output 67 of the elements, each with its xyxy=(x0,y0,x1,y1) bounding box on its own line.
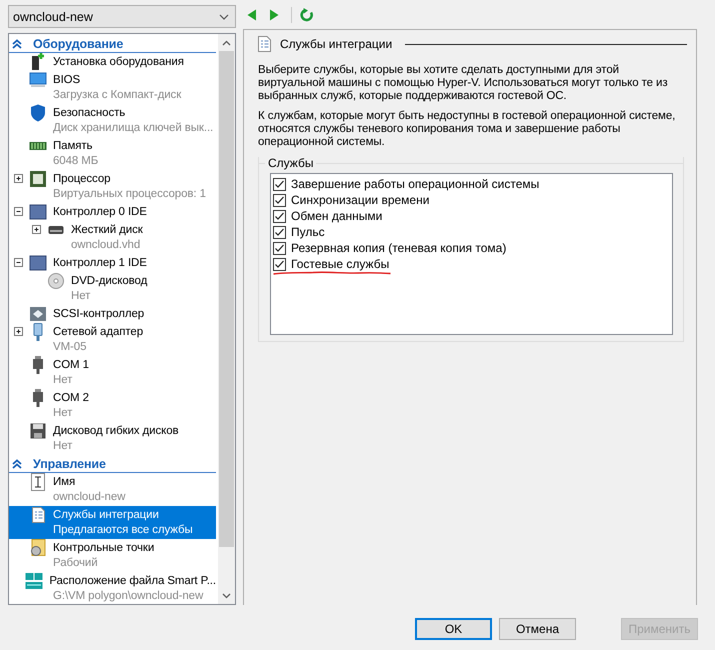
forward-arrow-icon[interactable] xyxy=(269,9,279,21)
checklist-icon xyxy=(258,36,271,52)
expand-icon[interactable] xyxy=(14,174,23,183)
tree-item[interactable]: Сетевой адаптер VM-05 xyxy=(9,323,216,356)
tree-item[interactable]: Контроллер 0 IDE xyxy=(9,203,216,221)
network-cable-icon xyxy=(32,322,44,340)
tree-item[interactable]: Безопасность Диск хранилища ключей вык... xyxy=(9,104,216,137)
collapse-icon[interactable] xyxy=(14,258,23,267)
tree-item[interactable]: BIOS Загрузка с Компакт-диск xyxy=(9,71,216,104)
checkbox-label[interactable]: Гостевые службы xyxy=(291,257,390,271)
section-header[interactable]: Управление xyxy=(33,456,106,470)
dialog-button[interactable]: OK xyxy=(415,618,492,640)
checkbox-label[interactable]: Пульс xyxy=(291,225,325,239)
monitor-icon xyxy=(29,72,47,88)
memory-modules-icon xyxy=(25,572,44,590)
tree-item[interactable]: COM 2 Нет xyxy=(9,389,216,422)
tree-item[interactable]: Службы интеграции Предлагаются все службы xyxy=(9,506,216,539)
tree-item[interactable]: Имя owncloud-new xyxy=(9,473,216,506)
checkbox-label[interactable]: Обмен данными xyxy=(291,209,382,223)
section-header[interactable]: Оборудование xyxy=(33,36,124,50)
tree-item[interactable]: COM 1 Нет xyxy=(9,356,216,389)
checkbox-label[interactable]: Резервная копия (теневая копия тома) xyxy=(291,241,506,255)
tree-item[interactable]: Установка оборудования xyxy=(9,53,216,71)
tree-item[interactable]: DVD-дисковод Нет xyxy=(9,272,216,305)
checkbox-label[interactable]: Синхронизации времени xyxy=(291,193,430,207)
vm-dropdown[interactable]: owncloud-new xyxy=(8,5,236,28)
tree-item[interactable]: Процессор Виртуальных процессоров: 1 xyxy=(9,170,216,203)
checkbox[interactable] xyxy=(273,226,286,238)
tree-item[interactable]: Жесткий диск owncloud.vhd xyxy=(9,221,216,254)
tree-item[interactable]: Контрольные точки Рабочий xyxy=(9,539,216,572)
scsi-card-icon xyxy=(29,306,47,322)
tree-item[interactable]: Дисковод гибких дисков Нет xyxy=(9,422,216,455)
memory-chip-icon xyxy=(29,140,47,150)
section-title: Службы интеграции xyxy=(280,37,392,51)
checkbox[interactable] xyxy=(273,258,286,270)
serial-port-icon xyxy=(32,388,44,406)
scrollbar-thumb[interactable] xyxy=(219,51,234,547)
expand-icon[interactable] xyxy=(32,225,41,234)
controller-icon xyxy=(29,204,47,220)
processor-icon xyxy=(29,170,47,188)
tree-item[interactable]: Расположение файла Smart P... G:\VM polygon\owncloud-new xyxy=(9,572,216,604)
serial-port-icon xyxy=(32,356,44,374)
tree-item[interactable]: SCSI-контроллер xyxy=(9,305,216,323)
checklist-icon xyxy=(32,506,44,522)
collapse-icon[interactable] xyxy=(14,207,23,216)
description-text: Выберите службы, которые вы хотите сделать доступными для этой виртуальной машины с помощью Hyper-V. Использоваться могут только те из выбранных служб, которые поддерживаются гостевой ОС. xyxy=(258,64,669,103)
back-arrow-icon[interactable] xyxy=(247,9,257,21)
dialog-button[interactable]: Отмена xyxy=(499,618,576,640)
checkbox[interactable] xyxy=(273,178,286,190)
tree-item[interactable]: Память 6048 МБ xyxy=(9,137,216,170)
hard-drive-icon xyxy=(48,224,64,234)
expand-icon[interactable] xyxy=(14,327,23,336)
checkbox[interactable] xyxy=(273,194,286,206)
disc-icon xyxy=(48,272,64,288)
chevron-down-icon[interactable] xyxy=(219,14,229,20)
text-cursor-icon xyxy=(31,472,45,490)
computer-icon xyxy=(29,52,47,70)
shield-icon xyxy=(30,104,46,122)
group-title: Службы xyxy=(265,156,316,170)
scrollbar[interactable] xyxy=(218,34,235,604)
refresh-icon[interactable] xyxy=(300,8,314,22)
tree-item[interactable]: Контроллер 1 IDE xyxy=(9,254,216,272)
checkbox-label[interactable]: Завершение работы операционной системы xyxy=(291,177,540,191)
checkbox[interactable] xyxy=(273,210,286,222)
description-text: К службам, которые могут быть недоступны в гостевой операционной системе, относятся службы теневого копирования тома и завершение работы операционной системы. xyxy=(258,110,676,149)
controller-icon xyxy=(29,254,47,270)
checkbox[interactable] xyxy=(273,242,286,254)
